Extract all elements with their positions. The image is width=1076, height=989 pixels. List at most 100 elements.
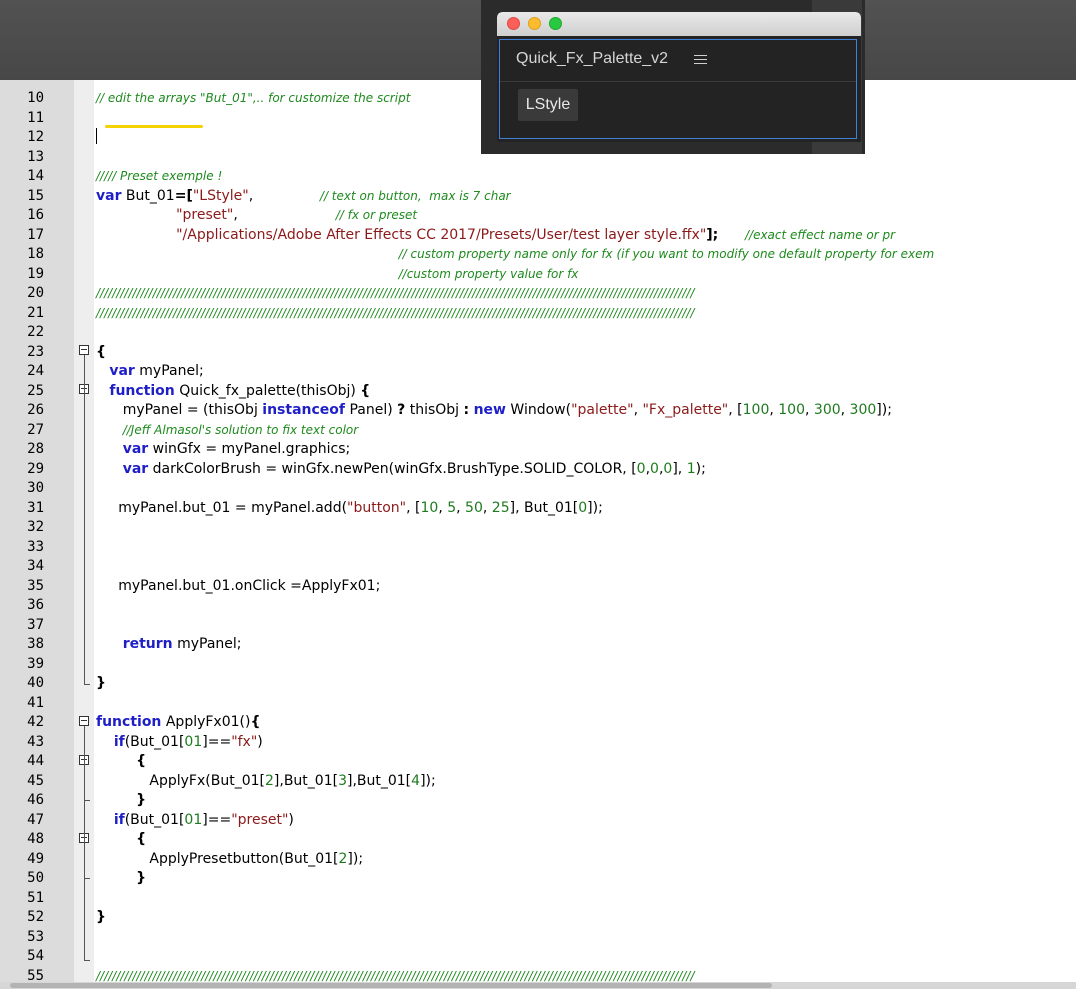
line-number: 18: [27, 246, 44, 262]
code-token: 50: [465, 499, 483, 516]
scrollbar-thumb[interactable]: [10, 983, 772, 988]
code-line[interactable]: 21 //////////////////////////////////////…: [0, 303, 1076, 323]
fold-guide: [84, 726, 85, 960]
code-token: 1: [686, 460, 696, 477]
code-token: //Jeff Almasol's solution to fix text co…: [122, 422, 359, 437]
line-number: 30: [27, 480, 44, 496]
close-icon[interactable]: [507, 17, 520, 30]
code-token: (But_01[: [124, 811, 185, 828]
code-line[interactable]: 41: [0, 693, 1076, 713]
code-line[interactable]: 17 "/Applications/Adobe After Effects CC…: [0, 225, 1076, 245]
code-line[interactable]: 44 {: [0, 751, 1076, 771]
code-line[interactable]: 36: [0, 595, 1076, 615]
code-token: Panel): [345, 402, 398, 418]
code-token: ,: [456, 499, 466, 516]
panel-content: Quick_Fx_Palette_v2 LStyle: [499, 39, 857, 139]
code-line[interactable]: 37: [0, 615, 1076, 635]
code-line[interactable]: 55 //////////////////////////////////////…: [0, 966, 1076, 983]
code-line[interactable]: 29 var darkColorBrush = winGfx.newPen(wi…: [0, 459, 1076, 479]
code-token: But_01: [121, 187, 175, 204]
line-code: ///// Preset exemple !: [96, 166, 222, 186]
code-line[interactable]: 51: [0, 888, 1076, 908]
code-token: ]);: [420, 772, 436, 789]
code-token: 01: [184, 733, 203, 750]
code-editor[interactable]: 10// edit the arrays "But_01",.. for cus…: [0, 80, 1076, 982]
line-number: 41: [27, 694, 44, 711]
code-token: Window(: [505, 402, 572, 418]
code-token: 25: [491, 499, 510, 516]
minimize-icon[interactable]: [528, 17, 541, 30]
lstyle-button[interactable]: LStyle: [518, 89, 578, 121]
code-line[interactable]: 50 }: [0, 868, 1076, 888]
code-line[interactable]: 53: [0, 927, 1076, 947]
code-line[interactable]: 19 //custom property value for fx: [0, 264, 1076, 284]
code-line[interactable]: 39: [0, 654, 1076, 674]
code-line[interactable]: 40}: [0, 673, 1076, 693]
code-token: ): [288, 811, 294, 828]
code-token: // fx or preset: [335, 208, 418, 222]
line-number: 29: [27, 460, 44, 477]
code-line[interactable]: 49 ApplyPresetbutton(But_01[2]);: [0, 849, 1076, 869]
code-token: function: [96, 714, 162, 730]
code-line[interactable]: 43 if(But_01[01]=="fx"): [0, 732, 1076, 752]
code-line[interactable]: 25 function Quick_fx_palette(thisObj) {: [0, 381, 1076, 401]
code-line[interactable]: 42 function ApplyFx01(){: [0, 712, 1076, 732]
code-token: myPanel.but_01 = myPanel.add(: [96, 499, 348, 516]
code-token: thisObj: [405, 402, 464, 418]
zoom-icon[interactable]: [549, 17, 562, 30]
code-line[interactable]: 48 {: [0, 829, 1076, 849]
fold-toggle-icon[interactable]: [79, 716, 89, 726]
hamburger-menu-icon[interactable]: [694, 55, 707, 65]
code-line[interactable]: 14 ///// Preset exemple !: [0, 166, 1076, 186]
code-line[interactable]: 46 }: [0, 790, 1076, 810]
line-number: 11: [27, 109, 44, 126]
code-line[interactable]: 47 if(But_01[01]=="preset"): [0, 810, 1076, 830]
code-line[interactable]: 20 //////////////////////////////////////…: [0, 283, 1076, 303]
code-line[interactable]: 33: [0, 537, 1076, 557]
line-code: //custom property value for fx: [96, 264, 579, 284]
code-line[interactable]: 24 var myPanel;: [0, 361, 1076, 381]
code-token: ,: [769, 402, 779, 418]
code-line[interactable]: 54: [0, 946, 1076, 966]
line-code: ////////////////////////////////////////…: [96, 966, 694, 983]
code-line[interactable]: 30: [0, 478, 1076, 498]
code-token: Quick_fx_palette(thisObj): [174, 382, 361, 399]
code-line[interactable]: 18 // custom property name only for fx (…: [0, 244, 1076, 264]
code-line[interactable]: 15 var But_01=["LStyle", // text on butto…: [0, 186, 1076, 206]
code-line[interactable]: 23 {: [0, 342, 1076, 362]
line-number: 13: [27, 148, 44, 165]
code-line[interactable]: 38 return myPanel;: [0, 634, 1076, 654]
horizontal-scrollbar[interactable]: [0, 982, 1076, 989]
code-line[interactable]: 31 myPanel.but_01 = myPanel.add("button"…: [0, 498, 1076, 518]
line-number: 10: [27, 90, 44, 106]
code-line[interactable]: 28 var winGfx = myPanel.graphics;: [0, 439, 1076, 459]
code-line[interactable]: 35 myPanel.but_01.onClick =ApplyFx01;: [0, 576, 1076, 596]
code-line[interactable]: 27 //Jeff Almasol's solution to fix text…: [0, 420, 1076, 440]
code-line[interactable]: 52}: [0, 907, 1076, 927]
code-token: var: [122, 441, 149, 457]
code-line[interactable]: 26 myPanel = (thisObj instanceof Panel) …: [0, 400, 1076, 420]
code-line[interactable]: 34: [0, 556, 1076, 576]
code-line[interactable]: 32: [0, 517, 1076, 537]
fold-toggle-icon[interactable]: [79, 345, 89, 355]
code-token: ApplyPresetbutton(But_01[: [96, 850, 339, 867]
code-token: "preset": [231, 811, 289, 828]
window-titlebar[interactable]: [497, 12, 861, 36]
code-token: 0: [663, 460, 673, 477]
code-line[interactable]: 22: [0, 322, 1076, 342]
code-line[interactable]: 16 "preset", // fx or preset: [0, 205, 1076, 225]
code-token: }: [96, 909, 106, 925]
line-code: var darkColorBrush = winGfx.newPen(winGf…: [96, 459, 706, 479]
code-token: 2: [264, 772, 274, 789]
code-token: 0: [650, 460, 659, 477]
code-token: 01: [184, 811, 203, 828]
code-line[interactable]: 45 ApplyFx(But_01[2],But_01[3],But_01[4]…: [0, 771, 1076, 791]
